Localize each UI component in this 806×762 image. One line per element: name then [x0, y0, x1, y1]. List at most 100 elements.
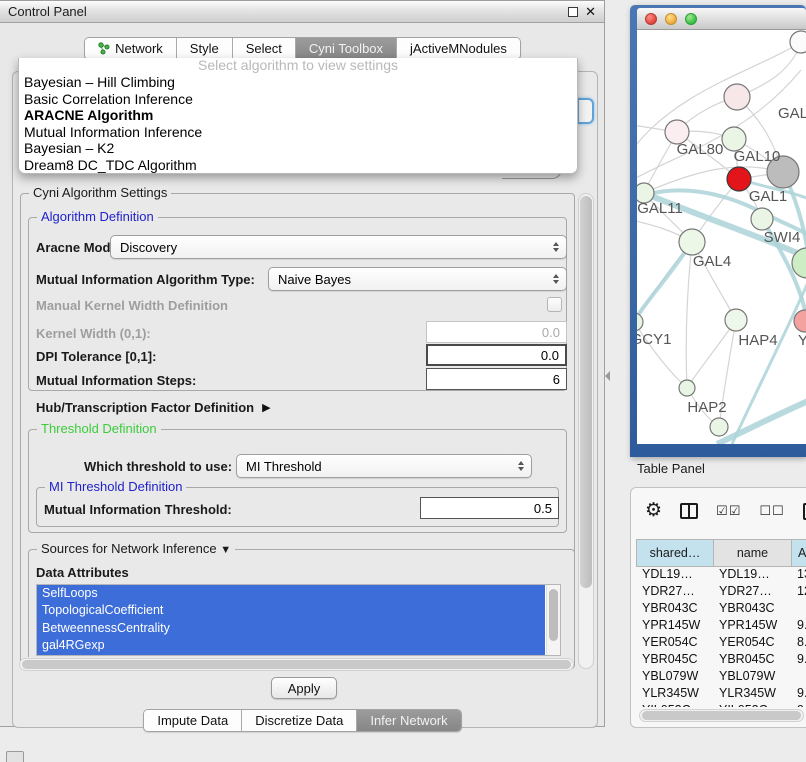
apply-button[interactable]: Apply: [271, 677, 337, 699]
network-node[interactable]: [679, 229, 705, 255]
data-attributes-list[interactable]: SelfLoopsTopologicalCoefficientBetweenne…: [36, 584, 561, 656]
minimize-window-icon[interactable]: [665, 13, 677, 25]
network-canvas[interactable]: GALGAL80GAL10GAL1GAL11SWI4GAL4GCY1HAP4YH…: [637, 30, 806, 444]
node-table-body[interactable]: YDL19…YDL19…13YDR27…YDR27…12YBR043CYBR04…: [636, 566, 806, 707]
float-panel-icon[interactable]: [568, 7, 578, 17]
tab-label: Discretize Data: [255, 713, 343, 728]
network-node[interactable]: [794, 310, 806, 332]
which-threshold-value: MI Threshold: [237, 459, 515, 474]
table-cell: YBL079W: [713, 668, 791, 685]
settings-vertical-scrollbar[interactable]: [578, 193, 594, 669]
network-node[interactable]: [637, 313, 643, 331]
mi-steps-label: Mutual Information Steps:: [36, 373, 196, 388]
close-window-icon[interactable]: [645, 13, 657, 25]
tab-discretize-data[interactable]: Discretize Data: [242, 710, 357, 731]
table-row[interactable]: YDL19…YDL19…13: [636, 566, 806, 583]
network-node[interactable]: [727, 167, 751, 191]
manual-kernel-width-checkbox[interactable]: [547, 297, 562, 312]
table-hscrollbar-thumb[interactable]: [642, 711, 801, 720]
table-column-header[interactable]: name: [714, 540, 792, 567]
kernel-width-label: Kernel Width (0,1):: [36, 326, 151, 341]
network-window-titlebar[interactable]: [637, 8, 806, 30]
algorithm-definition-title: Algorithm Definition: [37, 209, 158, 224]
deselect-checks-icon[interactable]: ☐☐: [759, 503, 784, 519]
table-cell: YDL19…: [636, 566, 713, 583]
table-row[interactable]: YBR043CYBR043C: [636, 600, 806, 617]
gear-icon[interactable]: ⚙: [645, 502, 662, 520]
node-label: HAP4: [738, 332, 777, 349]
which-threshold-combo[interactable]: MI Threshold: [236, 454, 532, 478]
network-node[interactable]: [751, 208, 773, 230]
network-edge[interactable]: [687, 320, 736, 388]
combo-arrows-icon: [515, 461, 531, 471]
table-cell: YPR145W: [636, 617, 713, 634]
mi-threshold-field[interactable]: 0.5: [420, 497, 559, 519]
mi-steps-field[interactable]: 6: [426, 368, 567, 390]
tab-style[interactable]: Style: [177, 38, 233, 59]
tab-jactivemnodules[interactable]: jActiveMNodules: [397, 38, 520, 59]
mi-algorithm-type-combo[interactable]: Naive Bayes: [268, 267, 567, 291]
settings-horizontal-scrollbar[interactable]: [19, 658, 574, 671]
table-column-header[interactable]: shared…: [637, 540, 714, 567]
columns-icon[interactable]: [680, 503, 698, 519]
table-cell: YLR345W: [713, 685, 791, 702]
data-attribute-item[interactable]: BetweennessCentrality: [37, 620, 545, 637]
kernel-width-field[interactable]: 0.0: [426, 321, 567, 343]
node-label: GAL: [778, 105, 806, 122]
select-all-checks-icon[interactable]: ☑☑: [716, 503, 741, 519]
table-row[interactable]: YER054CYER054C8.: [636, 634, 806, 651]
tab-label: Network: [115, 41, 163, 56]
network-edge[interactable]: [717, 398, 806, 444]
algorithm-option[interactable]: ARACNE Algorithm: [19, 107, 577, 124]
network-node[interactable]: [679, 380, 695, 396]
close-panel-icon[interactable]: ✕: [585, 7, 596, 17]
bottom-tab-bar: Impute Data Discretize Data Infer Network: [0, 709, 605, 732]
tab-impute-data[interactable]: Impute Data: [144, 710, 242, 731]
network-node[interactable]: [725, 309, 747, 331]
aracne-mode-combo[interactable]: Discovery: [110, 235, 567, 259]
table-horizontal-scrollbar[interactable]: [639, 709, 804, 722]
tab-infer-network[interactable]: Infer Network: [357, 710, 460, 731]
network-node[interactable]: [724, 84, 750, 110]
network-edge[interactable]: [686, 242, 692, 388]
algorithm-option[interactable]: Bayesian – Hill Climbing: [19, 74, 577, 91]
table-row[interactable]: YLR345WYLR345W9.: [636, 685, 806, 702]
table-cell: YIL052C: [713, 702, 791, 707]
list-scrollbar-thumb[interactable]: [549, 589, 558, 641]
table-cell: YBL079W: [636, 668, 713, 685]
settings-scrollbar-thumb[interactable]: [580, 196, 592, 588]
settings-group-title: Cyni Algorithm Settings: [29, 185, 171, 200]
table-cell: YPR145W: [713, 617, 791, 634]
node-label: GAL10: [734, 148, 781, 165]
table-row[interactable]: YBL079WYBL079W: [636, 668, 806, 685]
table-row[interactable]: YBR045CYBR045C9.: [636, 651, 806, 668]
data-attribute-item[interactable]: TopologicalCoefficient: [37, 602, 545, 619]
algorithm-option[interactable]: Bayesian – K2: [19, 140, 577, 157]
data-attribute-item[interactable]: SelfLoops: [37, 585, 545, 602]
table-row[interactable]: YIL052CYIL052C9.: [636, 702, 806, 707]
network-edge[interactable]: [637, 242, 692, 330]
algorithm-option[interactable]: Mutual Information Inference: [19, 124, 577, 141]
manual-kernel-width-label: Manual Kernel Width Definition: [36, 298, 228, 313]
table-row[interactable]: YPR145WYPR145W9.: [636, 617, 806, 634]
list-vertical-scrollbar[interactable]: [546, 585, 560, 655]
bottom-corner-button[interactable]: [6, 751, 24, 762]
tab-network[interactable]: Network: [85, 38, 177, 59]
network-node[interactable]: [710, 418, 728, 436]
algorithm-option[interactable]: Basic Correlation Inference: [19, 91, 577, 108]
sources-group-title[interactable]: Sources for Network Inference ▼: [37, 541, 235, 556]
algorithm-option[interactable]: Dream8 DC_TDC Algorithm: [19, 157, 577, 174]
table-cell: [791, 600, 806, 617]
dpi-tolerance-field[interactable]: 0.0: [426, 344, 567, 366]
tab-select[interactable]: Select: [233, 38, 296, 59]
network-node[interactable]: [790, 31, 806, 53]
hscrollbar-thumb[interactable]: [22, 660, 571, 669]
panel-collapse-arrow-icon[interactable]: [605, 371, 610, 381]
table-cell: 13: [791, 566, 806, 583]
data-attribute-item[interactable]: gal4RGexp: [37, 637, 545, 654]
hub-definition-toggle[interactable]: Hub/Transcription Factor Definition ▶: [36, 400, 271, 415]
table-column-header[interactable]: A: [792, 540, 806, 567]
tab-cyni-toolbox[interactable]: Cyni Toolbox: [296, 38, 397, 59]
zoom-window-icon[interactable]: [685, 13, 697, 25]
table-row[interactable]: YDR27…YDR27…12: [636, 583, 806, 600]
